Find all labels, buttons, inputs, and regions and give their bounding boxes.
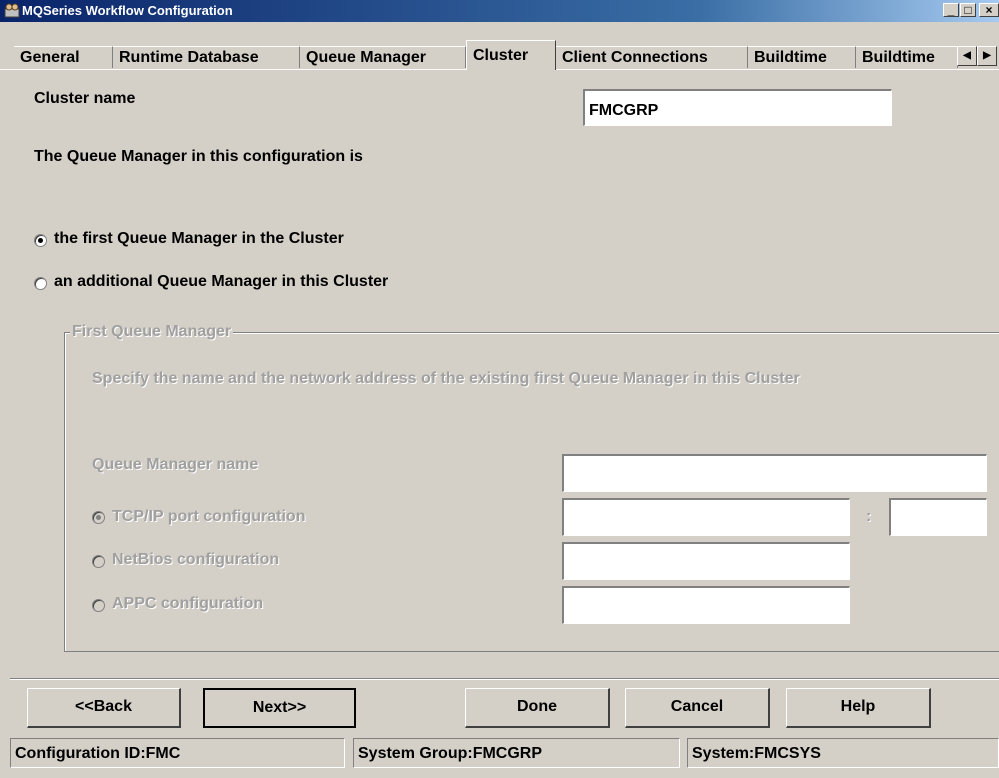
netbios-label: NetBios configuration [112,551,280,568]
port-separator: : [866,508,872,525]
cluster-name-input[interactable] [583,89,892,126]
qm-name-label: Queue Manager name [92,456,259,473]
tcpip-address-input[interactable] [562,498,850,536]
radio-selected-dot [96,515,101,520]
minimize-button[interactable]: _ [943,3,959,17]
radio-netbios[interactable] [92,555,105,568]
qm-statement: The Queue Manager in this configuration … [34,148,363,165]
tab-scroll-right-button[interactable]: ▶ [977,46,997,66]
tab-general[interactable]: General [14,46,113,68]
title-bar[interactable]: MQSeries Workflow Configuration _ □ × [0,0,999,22]
radio-additional-qm[interactable] [34,277,47,290]
first-qm-instructions: Specify the name and the network address… [92,370,800,387]
back-button[interactable]: <<Back [27,688,181,728]
tab-cluster[interactable]: Cluster [466,40,556,70]
close-button[interactable]: × [979,3,999,17]
help-button[interactable]: Help [786,688,931,728]
workflow-app-icon [4,3,20,18]
netbios-input[interactable] [562,542,850,580]
next-button[interactable]: Next>> [203,688,356,728]
option-first-label[interactable]: the first Queue Manager in the Cluster [54,230,344,248]
status-config-id: Configuration ID:FMC [10,738,345,768]
done-button[interactable]: Done [465,688,610,728]
appc-label: APPC configuration [112,595,264,612]
tab-scroll-left-button[interactable]: ◀ [957,46,977,66]
tab-queue-manager[interactable]: Queue Manager [300,46,466,68]
status-system: System:FMCSYS [687,738,999,768]
tab-buildtime[interactable]: Buildtime [748,46,856,68]
option-additional-label[interactable]: an additional Queue Manager in this Clus… [54,273,388,291]
radio-tcpip[interactable] [92,511,105,524]
cancel-button[interactable]: Cancel [625,688,770,728]
cluster-name-label: Cluster name [34,90,136,107]
status-system-group: System Group:FMCGRP [353,738,680,768]
maximize-button[interactable]: □ [960,3,976,17]
tab-buildtime-2[interactable]: Buildtime [856,46,958,68]
tcpip-label: TCP/IP port configuration [112,508,306,525]
tcpip-port-input[interactable] [889,498,987,536]
radio-appc[interactable] [92,599,105,612]
first-qm-group-legend: First Queue Manager [70,323,234,341]
window-title: MQSeries Workflow Configuration [22,3,233,18]
radio-selected-dot [38,238,43,243]
divider-highlight [10,679,999,680]
appc-input[interactable] [562,586,850,624]
qm-name-input[interactable] [562,454,987,492]
tab-client-connections[interactable]: Client Connections [556,46,748,68]
tab-runtime-database[interactable]: Runtime Database [113,46,300,68]
radio-first-qm[interactable] [34,234,47,247]
